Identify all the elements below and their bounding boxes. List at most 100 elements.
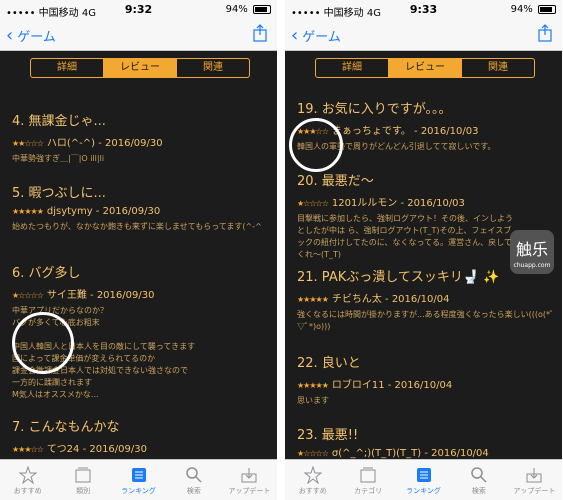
review-title: 20. 最悪だ～ <box>297 174 374 189</box>
segment-bar: 詳細 レビュー 関連 <box>285 51 562 81</box>
review-title: 7. こんなもんかな <box>12 420 120 435</box>
review-body: 強くなるには時間が掛かりますが...ある程度強くなったら楽しい(((o(*ﾟ▽ﾟ… <box>297 310 555 331</box>
back-label: ゲーム <box>302 30 341 45</box>
tab-label: おすすめ <box>13 487 42 495</box>
back-label: ゲーム <box>17 30 56 45</box>
chevron-left-icon: ‹ <box>291 24 299 46</box>
review-body: 中華勢強すぎ＿|￣|O ill|li <box>12 154 105 163</box>
review-title: 6. バグ多し <box>12 266 81 281</box>
review-body: 始めたつもりが、なかなか飽きも来ずに楽しませてもらってます(^-^ <box>12 222 262 231</box>
tab-categories[interactable]: カテゴリ <box>340 460 395 500</box>
tab-related[interactable]: 関連 <box>462 59 534 77</box>
right-screen: ••••• 中国移动 4G 9:33 94% ‹ ゲーム 詳細 レビュー 関連 … <box>285 0 562 500</box>
tab-label: おすすめ <box>298 487 327 495</box>
battery-indicator: 94% <box>226 4 271 15</box>
list-icon <box>416 468 431 482</box>
back-button[interactable]: ‹ ゲーム <box>291 26 341 45</box>
star-icon <box>18 466 37 484</box>
categories-icon <box>360 467 376 483</box>
categories-icon <box>75 467 91 483</box>
battery-indicator: 94% <box>511 4 556 15</box>
review-author-date: サイ王難 - 2016/09/30 <box>46 290 155 301</box>
tab-label: 類別 <box>76 487 91 495</box>
status-bar: ••••• 中国移动 4G 9:33 94% <box>285 0 562 20</box>
review-item: 23. 最悪!! ★☆☆☆☆ σ(^_^;)(T_T)(T_T) - 2016/1… <box>297 424 556 459</box>
tab-reviews[interactable]: レビュー <box>389 59 462 77</box>
search-icon <box>471 467 487 483</box>
tab-related[interactable]: 関連 <box>177 59 249 77</box>
list-icon <box>131 468 146 482</box>
left-screen: ••••• 中国移动 4G 9:32 94% ‹ ゲーム 詳細 レビュー 関連 … <box>0 0 277 500</box>
review-title: 4. 無課金じゃ... <box>12 114 106 129</box>
review-author-date: djsytymy - 2016/09/30 <box>46 206 161 217</box>
tab-label: カテゴリ <box>354 487 383 495</box>
tab-search[interactable]: 検索 <box>451 460 506 500</box>
battery-percent: 94% <box>510 4 533 15</box>
review-item: 7. こんなもんかな ★★★☆☆ てつ24 - 2016/09/30 <box>12 416 271 455</box>
review-title: 22. 良いと <box>297 356 361 371</box>
battery-icon <box>538 4 556 14</box>
tab-details[interactable]: 詳細 <box>316 59 389 77</box>
tab-bar: おすすめ 類別 ランキング 検索 アップデート <box>0 459 277 500</box>
watermark-text: 触乐 <box>515 240 548 259</box>
tab-search[interactable]: 検索 <box>166 460 221 500</box>
tab-reviews[interactable]: レビュー <box>104 59 177 77</box>
tab-ranking[interactable]: ランキング <box>111 460 166 500</box>
star-rating: ★☆☆☆☆ <box>12 291 44 300</box>
review-author-date: 1201ルルモン - 2016/10/03 <box>331 198 465 209</box>
star-rating: ★★☆☆☆ <box>12 139 44 148</box>
tab-bar: おすすめ カテゴリ ランキング 検索 アップデート <box>285 459 562 500</box>
highlight-circle <box>12 312 74 374</box>
tab-ranking[interactable]: ランキング <box>396 460 451 500</box>
share-icon[interactable] <box>538 24 552 42</box>
star-rating: ★★★★★ <box>297 295 329 304</box>
review-item: 4. 無課金じゃ... ★★☆☆☆ ハロ(^-^) - 2016/09/30 中華… <box>12 110 271 165</box>
download-icon <box>526 468 542 483</box>
review-title: 19. お気に入りですが。。。 <box>297 102 452 117</box>
review-item: 22. 良いと ★★★★★ ロブロイ11 - 2016/10/04 思います <box>297 352 556 407</box>
tab-label: ランキング <box>406 487 441 495</box>
review-author-date: σ(^_^;)(T_T)(T_T) - 2016/10/04 <box>331 448 489 459</box>
review-author-date: てつ24 - 2016/09/30 <box>46 444 147 455</box>
star-rating: ★☆☆☆☆ <box>297 199 329 208</box>
search-icon <box>186 467 202 483</box>
back-button[interactable]: ‹ ゲーム <box>6 26 56 45</box>
review-body: 思います <box>297 396 329 405</box>
chevron-left-icon: ‹ <box>6 24 14 46</box>
segmented-control: 詳細 レビュー 関連 <box>30 58 250 78</box>
tab-updates[interactable]: アップデート <box>222 460 277 500</box>
tab-label: ランキング <box>121 487 156 495</box>
tab-label: 検索 <box>186 487 201 495</box>
review-author-date: まぁっちょです。 - 2016/10/03 <box>331 126 479 137</box>
tab-updates[interactable]: アップデート <box>507 460 562 500</box>
review-item: 5. 暇つぶしに... ★★★★★ djsytymy - 2016/09/30 始… <box>12 182 271 233</box>
tab-categories[interactable]: 類別 <box>55 460 110 500</box>
review-author-date: ハロ(^-^) - 2016/09/30 <box>46 138 163 149</box>
watermark-url: chuapp.com <box>513 262 551 269</box>
status-bar: ••••• 中国移动 4G 9:32 94% <box>0 0 277 20</box>
share-icon[interactable] <box>253 24 267 42</box>
download-icon <box>241 468 257 483</box>
segmented-control: 詳細 レビュー 関連 <box>315 58 535 78</box>
review-author-date: チビちん太 - 2016/10/04 <box>331 294 450 305</box>
tab-details[interactable]: 詳細 <box>31 59 104 77</box>
tab-featured[interactable]: おすすめ <box>285 460 340 500</box>
star-rating: ★★★★★ <box>12 207 44 216</box>
review-title: 23. 最悪!! <box>297 428 359 443</box>
battery-icon <box>253 4 271 14</box>
navigation-bar: ‹ ゲーム <box>285 20 562 51</box>
star-icon <box>303 466 322 484</box>
review-title: 5. 暇つぶしに... <box>12 186 106 201</box>
tab-label: 検索 <box>471 487 486 495</box>
review-list: 4. 無課金じゃ... ★★☆☆☆ ハロ(^-^) - 2016/09/30 中華… <box>0 82 277 460</box>
star-rating: ★★★★★ <box>297 381 329 390</box>
star-rating: ★☆☆☆☆ <box>297 449 329 458</box>
battery-percent: 94% <box>225 4 248 15</box>
tab-featured[interactable]: おすすめ <box>0 460 55 500</box>
segment-bar: 詳細 レビュー 関連 <box>0 51 277 81</box>
tab-label: アップデート <box>513 487 556 495</box>
review-item: 21. PAKぶっ潰してスッキリ🚽 ✨ ★★★★★ チビちん太 - 2016/10… <box>297 266 556 333</box>
divider <box>277 0 285 500</box>
navigation-bar: ‹ ゲーム <box>0 20 277 51</box>
star-rating: ★★★☆☆ <box>12 445 44 454</box>
